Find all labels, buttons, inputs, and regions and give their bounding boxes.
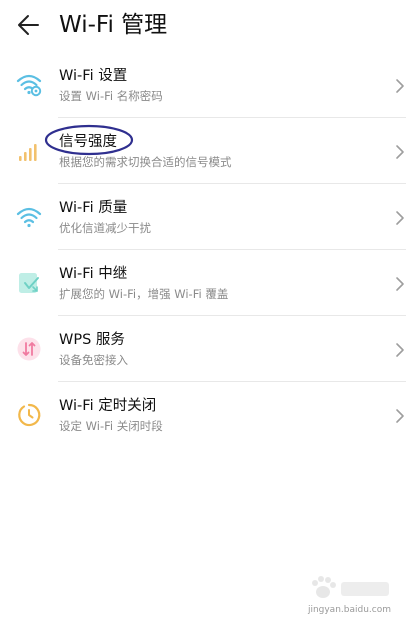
- arrow-left-icon: [18, 15, 39, 35]
- chevron-right-icon: [396, 211, 404, 225]
- item-title: Wi-Fi 设置: [59, 68, 128, 84]
- watermark-text: jingyan.baidu.com: [307, 605, 391, 615]
- signal-bars-icon: [19, 144, 37, 161]
- repeater-icon: [19, 273, 39, 293]
- item-subtitle: 根据您的需求切换合适的信号模式: [59, 155, 232, 169]
- wifi-gear-icon: [16, 74, 42, 97]
- item-subtitle: 设备免密接入: [59, 353, 128, 367]
- header: Wi-Fi 管理: [0, 0, 419, 52]
- item-title: Wi-Fi 定时关闭: [59, 398, 157, 414]
- chevron-right-icon: [396, 343, 404, 357]
- chevron-right-icon: [396, 277, 404, 291]
- list-item-wps[interactable]: WPS 服务 设备免密接入: [0, 316, 419, 382]
- page-title: Wi-Fi 管理: [59, 12, 168, 38]
- item-title: Wi-Fi 质量: [59, 200, 128, 216]
- item-subtitle: 优化信道减少干扰: [59, 221, 151, 235]
- item-subtitle: 设定 Wi-Fi 关闭时段: [59, 419, 163, 433]
- item-title: Wi-Fi 中继: [59, 266, 128, 282]
- list-item-wifi-quality[interactable]: Wi-Fi 质量 优化信道减少干扰: [0, 184, 419, 250]
- chevron-right-icon: [396, 409, 404, 423]
- wifi-icon: [16, 207, 42, 228]
- item-subtitle: 设置 Wi-Fi 名称密码: [59, 89, 163, 103]
- timer-icon: [18, 403, 41, 427]
- item-title: 信号强度: [59, 134, 117, 150]
- settings-list: Wi-Fi 设置 设置 Wi-Fi 名称密码 信号强度 根据您的需求切换合适的信…: [0, 52, 419, 448]
- chevron-right-icon: [396, 79, 404, 93]
- chevron-right-icon: [396, 145, 404, 159]
- item-title: WPS 服务: [59, 332, 125, 348]
- wps-icon: [17, 337, 41, 361]
- list-item-wifi-repeater[interactable]: Wi-Fi 中继 扩展您的 Wi-Fi，增强 Wi-Fi 覆盖: [0, 250, 419, 316]
- list-item-signal-strength[interactable]: 信号强度 根据您的需求切换合适的信号模式: [0, 118, 419, 184]
- paw-logo-icon: [312, 576, 389, 598]
- list-item-wifi-settings[interactable]: Wi-Fi 设置 设置 Wi-Fi 名称密码: [0, 52, 419, 118]
- list-item-wifi-timer[interactable]: Wi-Fi 定时关闭 设定 Wi-Fi 关闭时段: [0, 382, 419, 448]
- item-subtitle: 扩展您的 Wi-Fi，增强 Wi-Fi 覆盖: [59, 287, 229, 301]
- back-button[interactable]: [14, 10, 46, 40]
